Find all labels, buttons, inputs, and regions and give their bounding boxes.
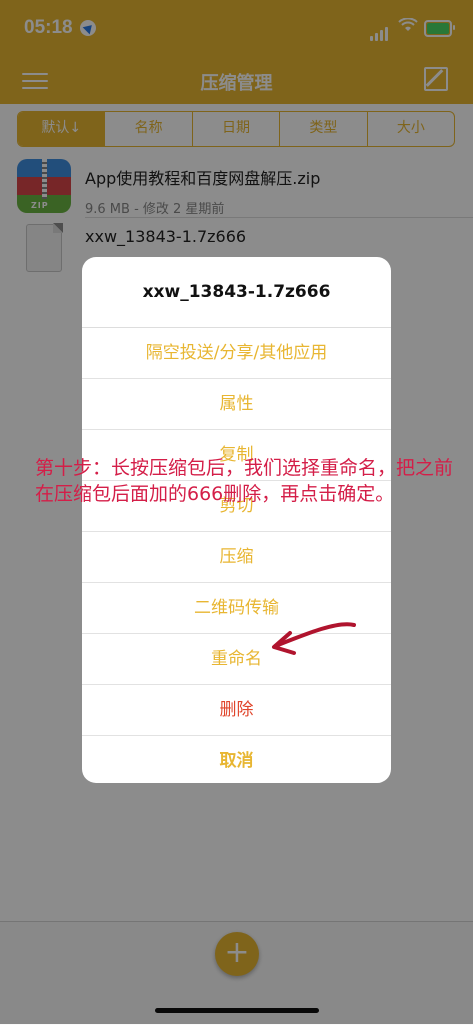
action-delete[interactable]: 删除	[82, 685, 391, 736]
action-sheet-title: xxw_13843-1.7z666	[82, 257, 391, 328]
action-properties[interactable]: 属性	[82, 379, 391, 430]
action-compress[interactable]: 压缩	[82, 532, 391, 583]
annotation-arrow-icon	[272, 622, 356, 655]
action-sheet: xxw_13843-1.7z666 隔空投送/分享/其他应用 属性 复制 剪切 …	[82, 257, 391, 783]
action-share[interactable]: 隔空投送/分享/其他应用	[82, 328, 391, 379]
action-cancel[interactable]: 取消	[82, 736, 391, 783]
tutorial-annotation: 第十步：长按压缩包后，我们选择重命名，把之前在压缩包后面加的666删除，再点击确…	[35, 457, 454, 505]
